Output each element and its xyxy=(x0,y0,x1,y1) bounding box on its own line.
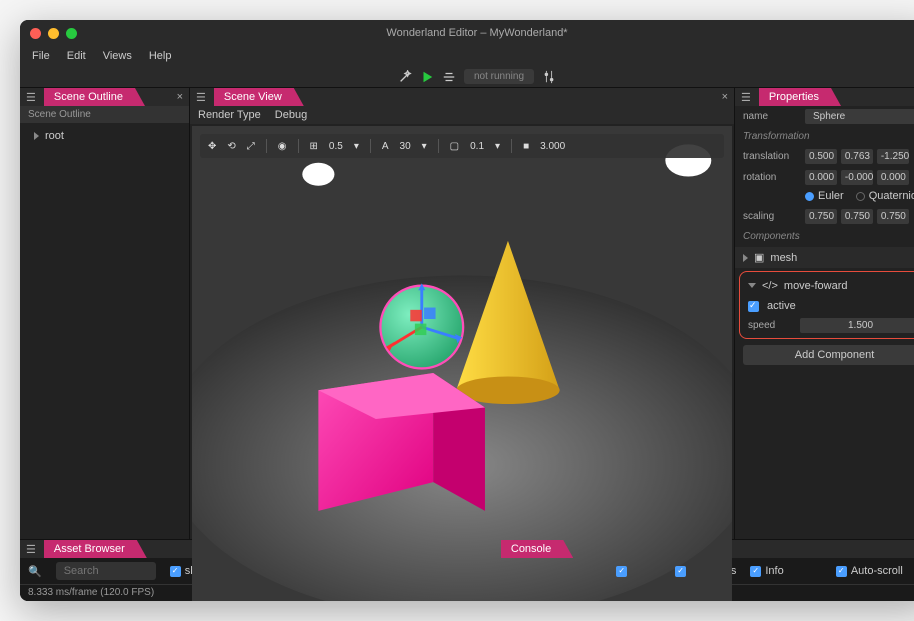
scene-outline-header: Scene Outline xyxy=(20,106,189,123)
component-label: move-foward xyxy=(784,280,848,292)
translation-z[interactable]: -1.250 xyxy=(877,149,909,164)
menu-edit[interactable]: Edit xyxy=(61,48,92,64)
component-mesh[interactable]: ▣ mesh ⋮ xyxy=(735,247,914,268)
maximize-window[interactable] xyxy=(66,28,77,39)
menu-bar: File Edit Views Help xyxy=(20,46,914,66)
active-label: active xyxy=(767,300,796,312)
fov-value[interactable]: 30 xyxy=(400,141,411,152)
dropdown-icon[interactable]: ▾ xyxy=(495,141,500,152)
filter-icon[interactable]: ☰ xyxy=(20,91,42,104)
menu-views[interactable]: Views xyxy=(97,48,138,64)
translation-x[interactable]: 0.500 xyxy=(805,149,837,164)
scene-view-tab[interactable]: Scene View xyxy=(214,88,304,106)
scaling-x[interactable]: 0.750 xyxy=(805,209,837,224)
components-section: Components xyxy=(735,227,914,246)
scaling-y[interactable]: 0.750 xyxy=(841,209,873,224)
globe-icon[interactable]: ◉ xyxy=(278,141,287,152)
text-icon[interactable]: A xyxy=(382,141,389,152)
menu-help[interactable]: Help xyxy=(143,48,178,64)
name-label: name xyxy=(743,111,801,122)
frame-icon[interactable]: ▢ xyxy=(450,141,459,152)
titlebar: Wonderland Editor – MyWonderland* xyxy=(20,20,914,46)
rotation-label: rotation xyxy=(743,172,801,183)
rotation-mode-euler[interactable]: Euler xyxy=(805,190,844,202)
add-component-button[interactable]: Add Component xyxy=(743,345,914,365)
speed-field[interactable]: 1.500 xyxy=(800,318,914,333)
filter-icon[interactable]: ☰ xyxy=(190,91,212,104)
console-tab[interactable]: Console xyxy=(501,540,573,558)
camera-icon[interactable]: ■ xyxy=(523,141,529,152)
scaling-label: scaling xyxy=(743,211,801,222)
more-icon[interactable]: ⋮ xyxy=(910,279,914,292)
close-panel-icon[interactable]: × xyxy=(171,91,189,103)
properties-tab[interactable]: Properties xyxy=(759,88,841,106)
active-checkbox[interactable] xyxy=(748,301,759,312)
rotation-y[interactable]: -0.000 xyxy=(841,170,873,185)
tree-item-root[interactable]: root xyxy=(20,127,189,145)
move-tool-icon[interactable]: ✥ xyxy=(208,141,216,152)
caret-down-icon xyxy=(748,283,756,288)
viewport-3d[interactable]: ✥ ⟲ ⤢ ◉ ⊞ 0.5 ▾ A 30 ▾ ▢ 0.1 ▾ xyxy=(192,126,732,537)
transformation-section: Transformation xyxy=(735,127,914,146)
grid-icon[interactable]: ⊞ xyxy=(310,141,318,152)
dropdown-icon[interactable]: ▾ xyxy=(422,141,427,152)
viewport-toolbar: ✥ ⟲ ⤢ ◉ ⊞ 0.5 ▾ A 30 ▾ ▢ 0.1 ▾ xyxy=(200,134,724,158)
settings-icon[interactable] xyxy=(542,70,556,84)
scene-view-panel: ☰ Scene View × Render Type Debug ✥ ⟲ ⤢ ◉… xyxy=(190,88,734,539)
search-icon[interactable]: 🔍 xyxy=(28,565,42,578)
autoscroll-checkbox[interactable]: Auto-scroll xyxy=(836,565,903,577)
name-field[interactable]: Sphere xyxy=(805,109,914,124)
scene-sphere[interactable] xyxy=(380,283,463,368)
rotation-mode-quaternion[interactable]: Quaternion xyxy=(856,190,914,202)
refresh-icon[interactable]: ⟲ xyxy=(227,141,235,152)
light-gizmo-1[interactable] xyxy=(302,163,334,186)
run-status: not running xyxy=(464,69,534,84)
caret-right-icon xyxy=(34,132,39,140)
component-move-forward[interactable]: </> move-foward ⋮ xyxy=(740,275,914,296)
debug-menu[interactable]: Debug xyxy=(275,109,307,121)
translation-label: translation xyxy=(743,151,801,162)
play-icon[interactable] xyxy=(420,70,434,84)
package-icon[interactable] xyxy=(442,70,456,84)
component-move-forward-highlight: </> move-foward ⋮ active speed 1.500 xyxy=(739,271,914,339)
filter-icon[interactable]: ☰ xyxy=(20,543,42,556)
speed-label: speed xyxy=(748,320,796,331)
rotation-z[interactable]: 0.000 xyxy=(877,170,909,185)
close-panel-icon[interactable]: × xyxy=(716,91,734,103)
tree-item-label: root xyxy=(45,130,64,142)
window-title: Wonderland Editor – MyWonderland* xyxy=(386,27,567,39)
asset-browser-tab[interactable]: Asset Browser xyxy=(44,540,147,558)
magic-wand-icon[interactable] xyxy=(398,70,412,84)
grid-value[interactable]: 0.5 xyxy=(329,141,343,152)
near-value[interactable]: 0.1 xyxy=(470,141,484,152)
component-label: mesh xyxy=(770,252,797,264)
code-icon: </> xyxy=(762,280,778,292)
rotation-x[interactable]: 0.000 xyxy=(805,170,837,185)
scene-outline-tab[interactable]: Scene Outline xyxy=(44,88,145,106)
cam-dist-value[interactable]: 3.000 xyxy=(540,141,565,152)
scene-canvas[interactable] xyxy=(192,126,732,601)
minimize-window[interactable] xyxy=(48,28,59,39)
main-toolbar: not running xyxy=(20,66,914,88)
cube-icon: ▣ xyxy=(754,251,764,264)
menu-file[interactable]: File xyxy=(26,48,56,64)
info-checkbox[interactable]: Info xyxy=(750,565,783,577)
expand-icon[interactable]: ⤢ xyxy=(247,141,255,152)
caret-right-icon xyxy=(743,254,748,262)
translation-y[interactable]: 0.763 xyxy=(841,149,873,164)
search-input[interactable] xyxy=(56,562,156,580)
dropdown-icon[interactable]: ▾ xyxy=(354,141,359,152)
scene-outline-panel: ☰ Scene Outline × Scene Outline root xyxy=(20,88,190,539)
close-window[interactable] xyxy=(30,28,41,39)
properties-panel: ☰ Properties × name Sphere Transformatio… xyxy=(734,88,914,539)
scaling-z[interactable]: 0.750 xyxy=(877,209,909,224)
render-type-menu[interactable]: Render Type xyxy=(198,109,261,121)
filter-icon[interactable]: ☰ xyxy=(735,91,757,104)
